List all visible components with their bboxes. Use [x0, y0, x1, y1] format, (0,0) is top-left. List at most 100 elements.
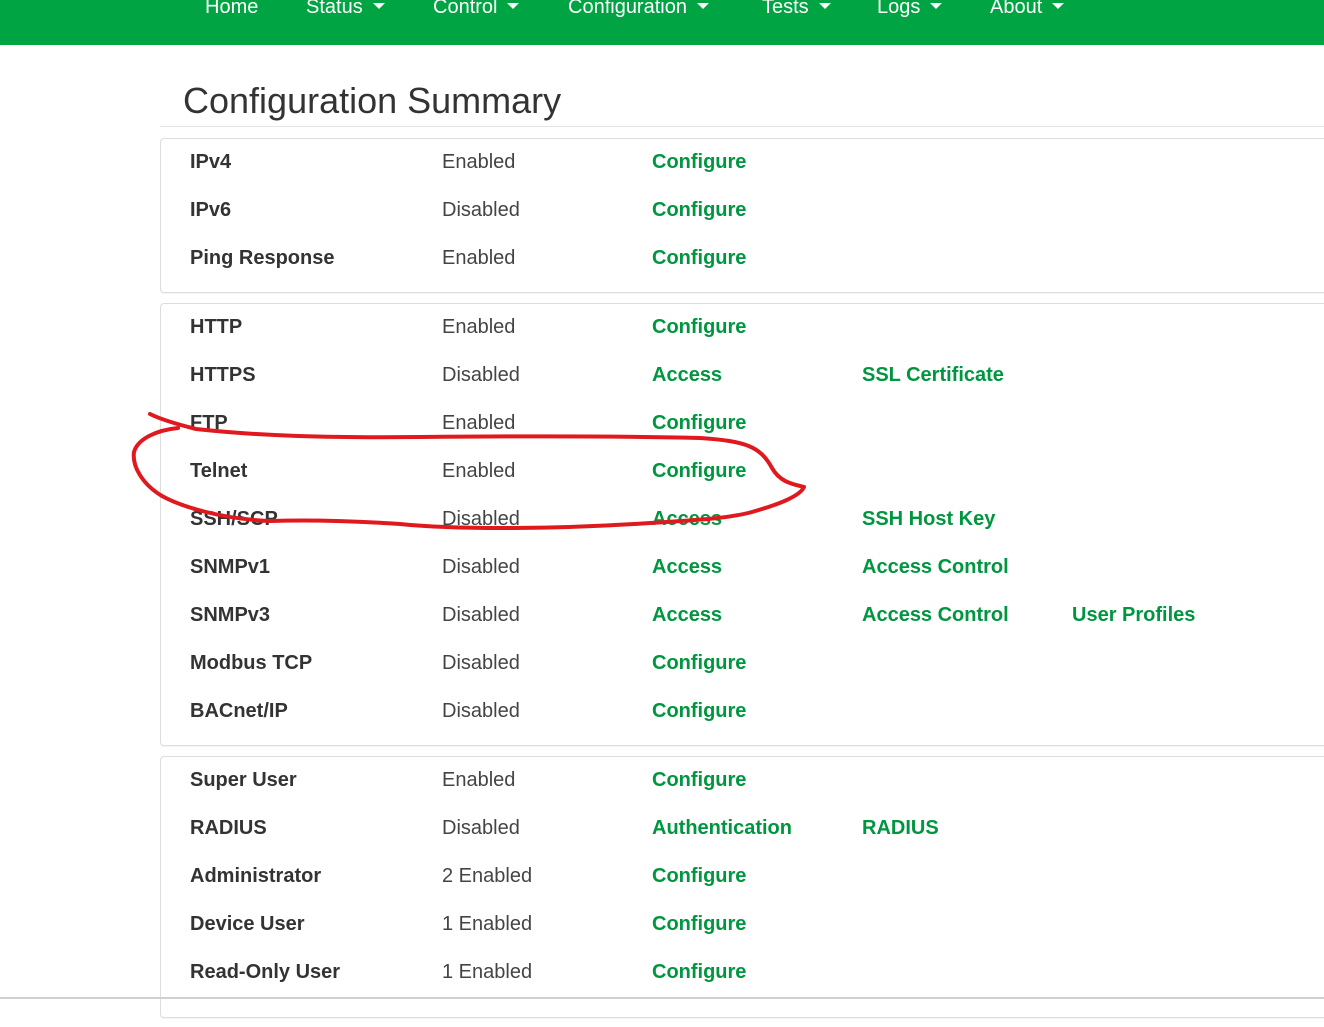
caret-down-icon [818, 2, 831, 9]
row-state: Disabled [442, 700, 520, 722]
authentication-link[interactable]: Authentication [652, 804, 792, 852]
row-state: Disabled [442, 364, 520, 386]
row-name: BACnet/IP [190, 700, 288, 722]
config-row: Ping Response Enabled Configure [161, 234, 1324, 282]
config-row: SNMPv3 Disabled Access Access Control Us… [161, 591, 1324, 639]
row-state: Disabled [442, 508, 520, 530]
configure-link[interactable]: Configure [652, 138, 746, 186]
nav-logs[interactable]: Logs [877, 0, 943, 20]
access-link[interactable]: Access [652, 351, 722, 399]
row-state: Enabled [442, 769, 516, 791]
nav-tests-label: Tests [762, 0, 809, 18]
nav-configuration-label: Configuration [568, 0, 687, 18]
row-name: Device User [190, 913, 305, 935]
access-link[interactable]: Access [652, 591, 722, 639]
caret-down-icon [372, 2, 385, 9]
config-row: Device User 1 Enabled Configure [161, 900, 1324, 948]
config-row: FTP Enabled Configure [161, 399, 1324, 447]
nav-about-label: About [990, 0, 1043, 18]
access-link[interactable]: Access [652, 543, 722, 591]
configure-link[interactable]: Configure [652, 900, 746, 948]
row-name: FTP [190, 412, 228, 434]
config-row: IPv4 Enabled Configure [161, 138, 1324, 186]
row-state: Enabled [442, 247, 516, 269]
row-state: Disabled [442, 604, 520, 626]
top-navbar: Home Status Control Configuration Tests … [0, 0, 1324, 45]
configure-link[interactable]: Configure [652, 303, 746, 351]
caret-down-icon [696, 2, 709, 9]
ssh-host-key-link[interactable]: SSH Host Key [862, 495, 995, 543]
config-row: SSH/SCP Disabled Access SSH Host Key [161, 495, 1324, 543]
nav-configuration[interactable]: Configuration [568, 0, 709, 20]
row-name: Administrator [190, 865, 322, 887]
ssl-certificate-link[interactable]: SSL Certificate [862, 351, 1004, 399]
row-name: HTTP [190, 316, 243, 338]
row-name: RADIUS [190, 817, 267, 839]
configure-link[interactable]: Configure [652, 639, 746, 687]
nav-home[interactable]: Home [205, 0, 258, 20]
user-profiles-link[interactable]: User Profiles [1072, 591, 1195, 639]
row-name: HTTPS [190, 364, 256, 386]
row-state: Disabled [442, 556, 520, 578]
row-state: Disabled [442, 199, 520, 221]
row-state: 1 Enabled [442, 961, 533, 983]
configure-link[interactable]: Configure [652, 399, 746, 447]
access-link[interactable]: Access [652, 495, 722, 543]
row-name: SNMPv3 [190, 604, 271, 626]
title-divider [160, 126, 1324, 127]
nav-control-label: Control [433, 0, 498, 18]
row-state: 1 Enabled [442, 913, 533, 935]
row-state: Enabled [442, 316, 516, 338]
caret-down-icon [930, 2, 943, 9]
config-row: Modbus TCP Disabled Configure [161, 639, 1324, 687]
caret-down-icon [507, 2, 520, 9]
row-state: 2 Enabled [442, 865, 533, 887]
row-state: Disabled [442, 652, 520, 674]
row-name: Modbus TCP [190, 652, 313, 674]
row-name: Super User [190, 769, 297, 791]
nav-home-label: Home [205, 0, 259, 18]
configure-link[interactable]: Configure [652, 186, 746, 234]
row-state: Enabled [442, 151, 516, 173]
caret-down-icon [1052, 2, 1065, 9]
config-row: HTTP Enabled Configure [161, 303, 1324, 351]
access-control-link[interactable]: Access Control [862, 543, 1009, 591]
row-name: IPv4 [190, 151, 232, 173]
configure-link[interactable]: Configure [652, 948, 746, 996]
config-row: SNMPv1 Disabled Access Access Control [161, 543, 1324, 591]
configure-link[interactable]: Configure [652, 447, 746, 495]
nav-status[interactable]: Status [306, 0, 385, 20]
row-name: SSH/SCP [190, 508, 278, 530]
config-row: Administrator 2 Enabled Configure [161, 852, 1324, 900]
nav-about[interactable]: About [990, 0, 1065, 20]
config-row: IPv6 Disabled Configure [161, 186, 1324, 234]
row-state: Disabled [442, 817, 520, 839]
row-name: Read-Only User [190, 961, 341, 983]
config-row: HTTPS Disabled Access SSL Certificate [161, 351, 1324, 399]
window-bottom-edge [0, 997, 1324, 999]
config-row: Super User Enabled Configure [161, 756, 1324, 804]
page-title: Configuration Summary [183, 80, 562, 121]
radius-link[interactable]: RADIUS [862, 804, 939, 852]
nav-status-label: Status [306, 0, 363, 18]
row-state: Enabled [442, 460, 516, 482]
config-row: BACnet/IP Disabled Configure [161, 687, 1324, 735]
row-name: Ping Response [190, 247, 335, 269]
config-row: Read-Only User 1 Enabled Configure [161, 948, 1324, 996]
configure-link[interactable]: Configure [652, 756, 746, 804]
nav-control[interactable]: Control [433, 0, 520, 20]
users-panel: Super User Enabled Configure RADIUS Disa… [160, 756, 1324, 1018]
row-name: SNMPv1 [190, 556, 271, 578]
services-panel: HTTP Enabled Configure HTTPS Disabled Ac… [160, 303, 1324, 746]
network-panel: IPv4 Enabled Configure IPv6 Disabled Con… [160, 138, 1324, 293]
row-name: IPv6 [190, 199, 232, 221]
row-state: Enabled [442, 412, 516, 434]
configure-link[interactable]: Configure [652, 687, 746, 735]
config-row: RADIUS Disabled Authentication RADIUS [161, 804, 1324, 852]
configure-link[interactable]: Configure [652, 852, 746, 900]
config-row: Telnet Enabled Configure [161, 447, 1324, 495]
nav-tests[interactable]: Tests [762, 0, 831, 20]
access-control-link[interactable]: Access Control [862, 591, 1009, 639]
configure-link[interactable]: Configure [652, 234, 746, 282]
row-name: Telnet [190, 460, 248, 482]
